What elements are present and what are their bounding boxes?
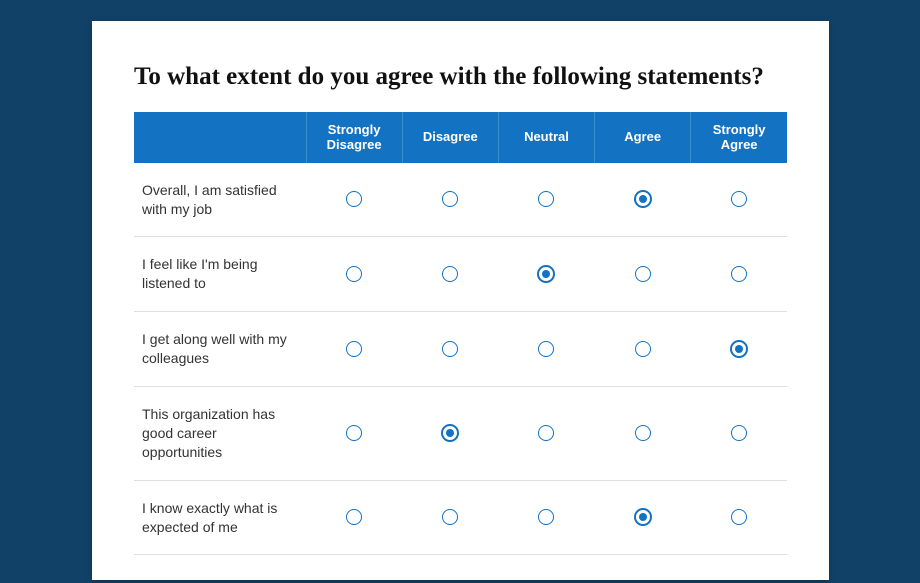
row-label: I get along well with my colleagues <box>134 312 306 387</box>
radio-cell <box>402 312 498 387</box>
radio-cell <box>595 387 691 481</box>
radio-cell <box>691 237 787 312</box>
radio-cell <box>498 480 594 555</box>
table-row: I feel like I'm being listened to <box>134 237 787 312</box>
radio-cell <box>595 480 691 555</box>
radio-cell <box>691 387 787 481</box>
radio-option[interactable] <box>731 341 747 357</box>
radio-option[interactable] <box>346 191 362 207</box>
row-label: This organization has good career opport… <box>134 387 306 481</box>
radio-option[interactable] <box>346 266 362 282</box>
row-label: Overall, I am satisfied with my job <box>134 163 306 237</box>
table-header: Neutral <box>498 112 594 163</box>
radio-option[interactable] <box>635 191 651 207</box>
table-header-row: Strongly Disagree Disagree Neutral Agree… <box>134 112 787 163</box>
radio-cell <box>306 387 402 481</box>
radio-cell <box>498 237 594 312</box>
radio-cell <box>402 387 498 481</box>
radio-cell <box>402 480 498 555</box>
radio-option[interactable] <box>442 509 458 525</box>
radio-option[interactable] <box>346 341 362 357</box>
radio-cell <box>306 237 402 312</box>
radio-option[interactable] <box>635 266 651 282</box>
likert-table: Strongly Disagree Disagree Neutral Agree… <box>134 112 787 556</box>
radio-option[interactable] <box>346 509 362 525</box>
radio-cell <box>402 237 498 312</box>
radio-option[interactable] <box>731 266 747 282</box>
radio-option[interactable] <box>538 341 554 357</box>
table-row: This organization has good career opport… <box>134 387 787 481</box>
radio-option[interactable] <box>442 191 458 207</box>
radio-option[interactable] <box>442 341 458 357</box>
radio-option[interactable] <box>346 425 362 441</box>
radio-cell <box>498 387 594 481</box>
radio-option[interactable] <box>731 191 747 207</box>
radio-cell <box>595 237 691 312</box>
radio-option[interactable] <box>635 341 651 357</box>
radio-option[interactable] <box>731 509 747 525</box>
radio-cell <box>498 312 594 387</box>
radio-cell <box>306 163 402 237</box>
radio-cell <box>691 312 787 387</box>
table-header: Disagree <box>402 112 498 163</box>
radio-cell <box>595 163 691 237</box>
radio-cell <box>498 163 594 237</box>
table-header: Agree <box>595 112 691 163</box>
radio-cell <box>595 312 691 387</box>
radio-cell <box>306 480 402 555</box>
radio-cell <box>691 163 787 237</box>
radio-option[interactable] <box>538 425 554 441</box>
radio-option[interactable] <box>442 425 458 441</box>
table-row: I know exactly what is expected of me <box>134 480 787 555</box>
radio-option[interactable] <box>635 509 651 525</box>
radio-cell <box>691 480 787 555</box>
radio-option[interactable] <box>731 425 747 441</box>
question-title: To what extent do you agree with the fol… <box>134 61 787 94</box>
radio-cell <box>402 163 498 237</box>
radio-option[interactable] <box>635 425 651 441</box>
row-label: I feel like I'm being listened to <box>134 237 306 312</box>
table-header: Strongly Disagree <box>306 112 402 163</box>
table-row: I get along well with my colleagues <box>134 312 787 387</box>
table-header-empty <box>134 112 306 163</box>
radio-option[interactable] <box>538 191 554 207</box>
radio-option[interactable] <box>538 266 554 282</box>
table-header: Strongly Agree <box>691 112 787 163</box>
survey-card: To what extent do you agree with the fol… <box>92 21 829 580</box>
radio-cell <box>306 312 402 387</box>
radio-option[interactable] <box>442 266 458 282</box>
table-row: Overall, I am satisfied with my job <box>134 163 787 237</box>
radio-option[interactable] <box>538 509 554 525</box>
row-label: I know exactly what is expected of me <box>134 480 306 555</box>
